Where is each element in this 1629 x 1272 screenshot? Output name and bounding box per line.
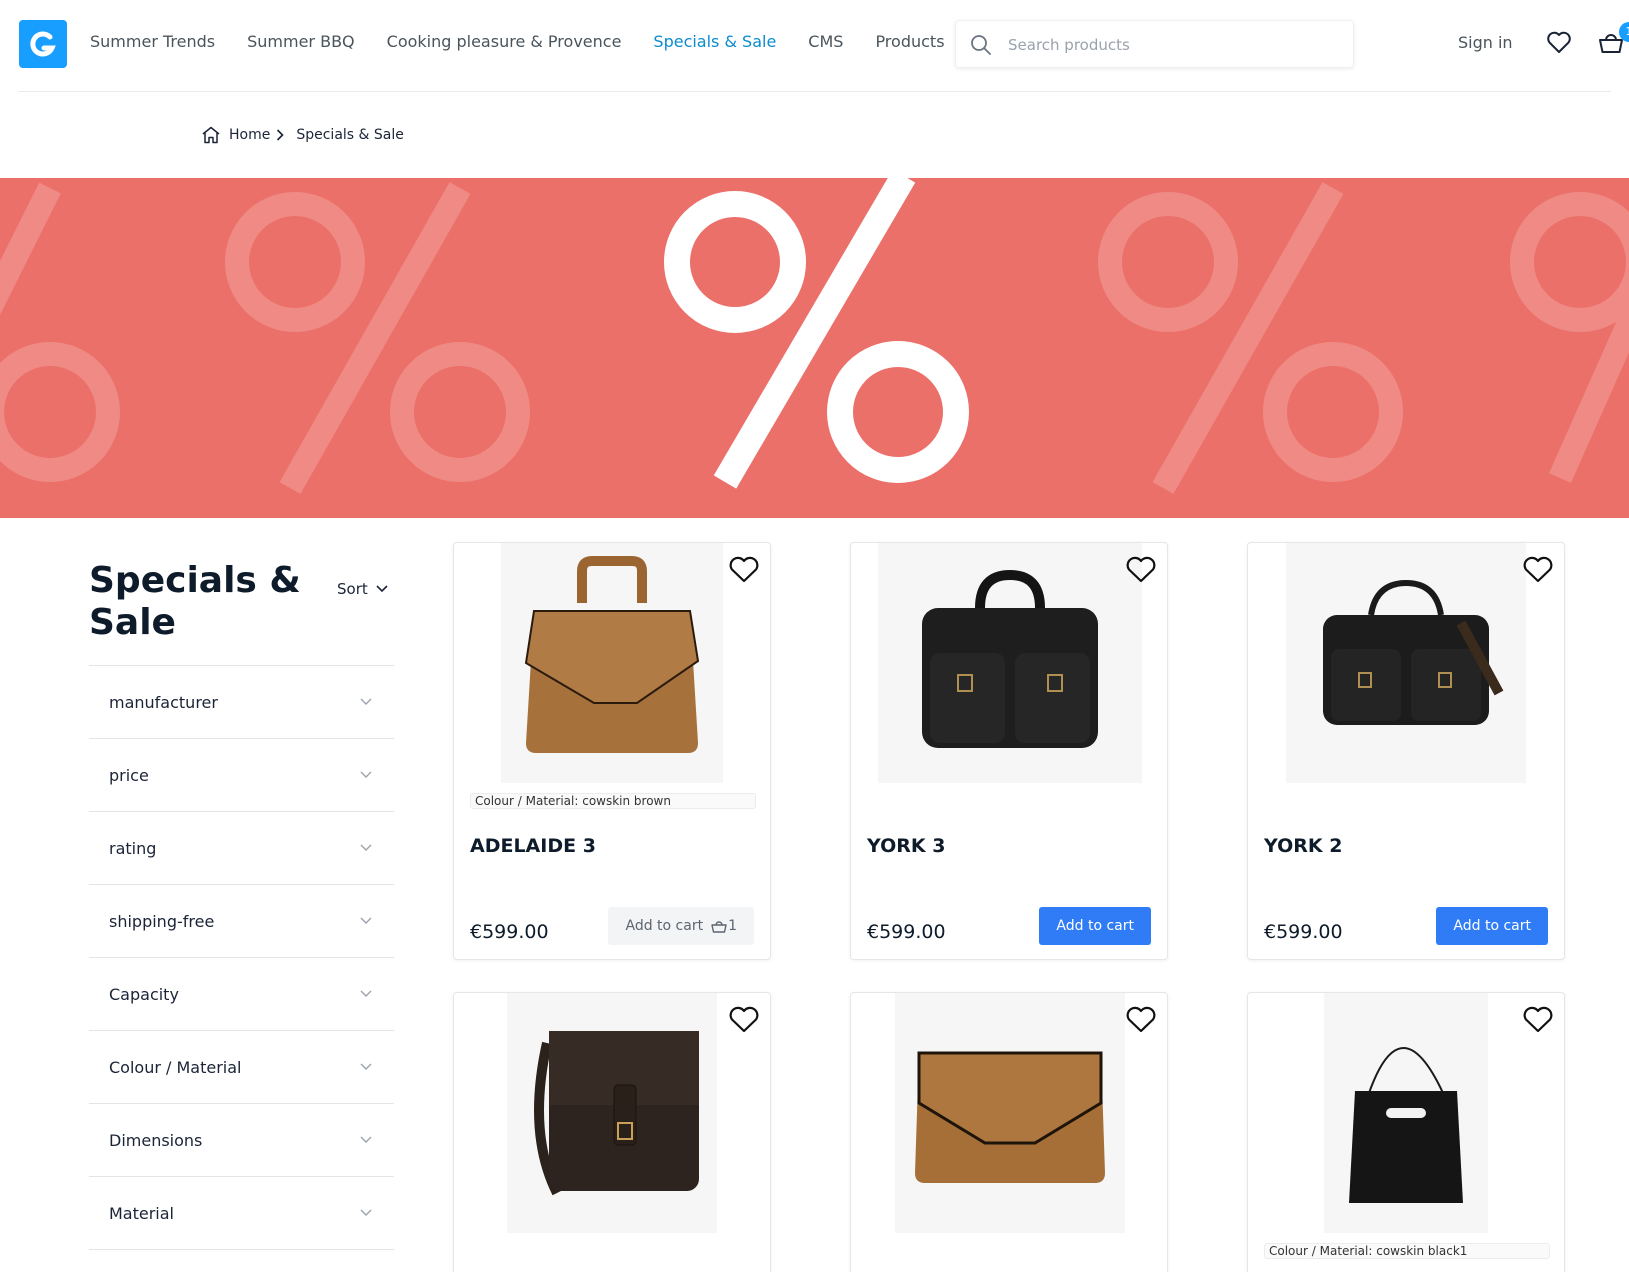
chevron-down-icon [360,698,372,705]
filter-label: manufacturer [109,692,218,712]
chevron-down-icon [360,771,372,778]
sort-dropdown[interactable]: Sort [337,580,388,598]
shop-logo[interactable] [19,20,67,68]
bag-image-brown-envelope [915,1051,1105,1183]
product-card[interactable]: YORK 2 €599.00 Add to cart [1247,542,1565,960]
search-box [955,20,1354,68]
chevron-down-icon [360,917,372,924]
filter-price[interactable]: price [89,739,394,812]
breadcrumb-home[interactable]: Home [229,127,270,143]
product-name[interactable]: ADELAIDE 3 [470,835,596,857]
chevron-down-icon [360,1136,372,1143]
product-image[interactable] [895,993,1125,1233]
filter-label: Material [109,1203,174,1223]
sign-in-link[interactable]: Sign in [1458,33,1513,52]
filter-dimensions[interactable]: Dimensions [89,1104,394,1177]
filter-colour-material[interactable]: Colour / Material [89,1031,394,1104]
filter-label: shipping-free [109,911,215,931]
wishlist-heart-icon[interactable] [1125,556,1157,584]
product-image[interactable] [501,543,723,783]
add-to-cart-button[interactable]: Add to cart 1 [608,907,754,945]
filter-label: rating [109,838,157,858]
bag-image-york-3 [922,569,1098,748]
chevron-down-icon [376,585,388,593]
nav-cms[interactable]: CMS [808,32,843,51]
nav-summer-bbq[interactable]: Summer BBQ [247,32,355,51]
filter-material[interactable]: Material [89,1177,394,1250]
search-icon[interactable] [970,34,992,56]
product-image[interactable] [878,543,1142,783]
wishlist-heart-icon[interactable] [1125,1006,1157,1034]
nav-products[interactable]: Products [875,32,944,51]
product-image[interactable] [507,993,717,1233]
bag-image-black-tote [1349,1047,1463,1203]
product-image[interactable] [1286,543,1526,783]
product-card[interactable] [453,992,771,1272]
product-card[interactable]: Colour / Material: cowskin black1 [1247,992,1565,1272]
wishlist-heart-icon[interactable] [1546,30,1572,54]
percent-pattern-graphic [0,178,1629,494]
wishlist-heart-icon[interactable] [1522,556,1554,584]
filter-label: Dimensions [109,1130,203,1150]
add-to-cart-button[interactable]: Add to cart [1039,907,1151,945]
chevron-down-icon [360,844,372,851]
filter-label: Colour / Material [109,1057,242,1077]
sale-banner [0,178,1629,518]
variant-label: Colour / Material: cowskin brown [470,793,756,809]
nav-specials-sale[interactable]: Specials & Sale [653,32,776,51]
wishlist-heart-icon[interactable] [1522,1006,1554,1034]
product-card[interactable]: YORK 3 €599.00 Add to cart [850,542,1168,960]
header: Summer Trends Summer BBQ Cooking pleasur… [18,0,1629,92]
filter-capacity[interactable]: Capacity [89,958,394,1031]
chevron-down-icon [360,1063,372,1070]
add-to-cart-button[interactable]: Add to cart [1436,907,1548,945]
sort-label: Sort [337,580,368,598]
filter-rating[interactable]: rating [89,812,394,885]
product-price: €599.00 [1264,921,1343,943]
chevron-down-icon [360,990,372,997]
product-card[interactable]: Colour / Material: cowskin brown ADELAID… [453,542,771,960]
logo-icon [30,31,56,57]
wishlist-heart-icon[interactable] [728,556,760,584]
filter-list: manufacturer price rating shipping-free … [89,665,394,1250]
basket-icon [711,921,727,933]
home-icon[interactable] [201,126,221,144]
bag-image-york-2 [1323,579,1504,725]
product-name[interactable]: YORK 2 [1264,835,1342,857]
bag-image-dark-brown-messenger [534,1031,699,1196]
product-price: €599.00 [470,921,549,943]
wishlist-heart-icon[interactable] [728,1006,760,1034]
in-cart-indicator: 1 [711,907,737,945]
chevron-down-icon [360,1209,372,1216]
product-card[interactable] [850,992,1168,1272]
filter-label: Capacity [109,984,179,1004]
nav-cooking-pleasure[interactable]: Cooking pleasure & Provence [387,32,622,51]
breadcrumb-current[interactable]: Specials & Sale [296,127,404,143]
search-input[interactable] [1008,33,1338,57]
breadcrumb: Home Specials & Sale [201,126,404,144]
chevron-right-icon [277,129,284,141]
cart-quantity: 1 [728,918,737,934]
filter-sidebar: Specials & Sale Sort manufacturer price … [89,560,394,1250]
product-image[interactable] [1324,993,1488,1233]
bag-image-adelaide-3 [524,556,700,753]
nav-summer-trends[interactable]: Summer Trends [90,32,215,51]
filter-manufacturer[interactable]: manufacturer [89,666,394,739]
variant-label: Colour / Material: cowskin black1 [1264,1243,1550,1259]
main-navigation: Summer Trends Summer BBQ Cooking pleasur… [90,32,977,51]
product-name[interactable]: YORK 3 [867,835,945,857]
add-to-cart-label: Add to cart [625,918,704,934]
filter-shipping-free[interactable]: shipping-free [89,885,394,958]
product-price: €599.00 [867,921,946,943]
filter-label: price [109,765,149,785]
category-title: Specials & Sale [89,560,301,643]
